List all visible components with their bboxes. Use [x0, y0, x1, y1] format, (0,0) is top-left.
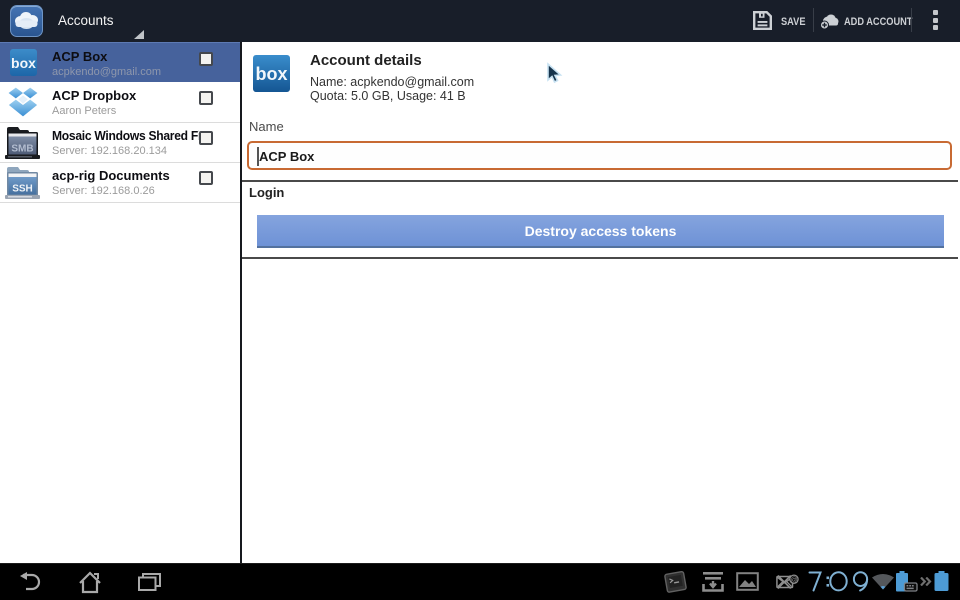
svg-text:SSH: SSH: [12, 184, 33, 195]
svg-text:@: @: [790, 577, 797, 584]
svg-text:SMB: SMB: [11, 144, 33, 155]
